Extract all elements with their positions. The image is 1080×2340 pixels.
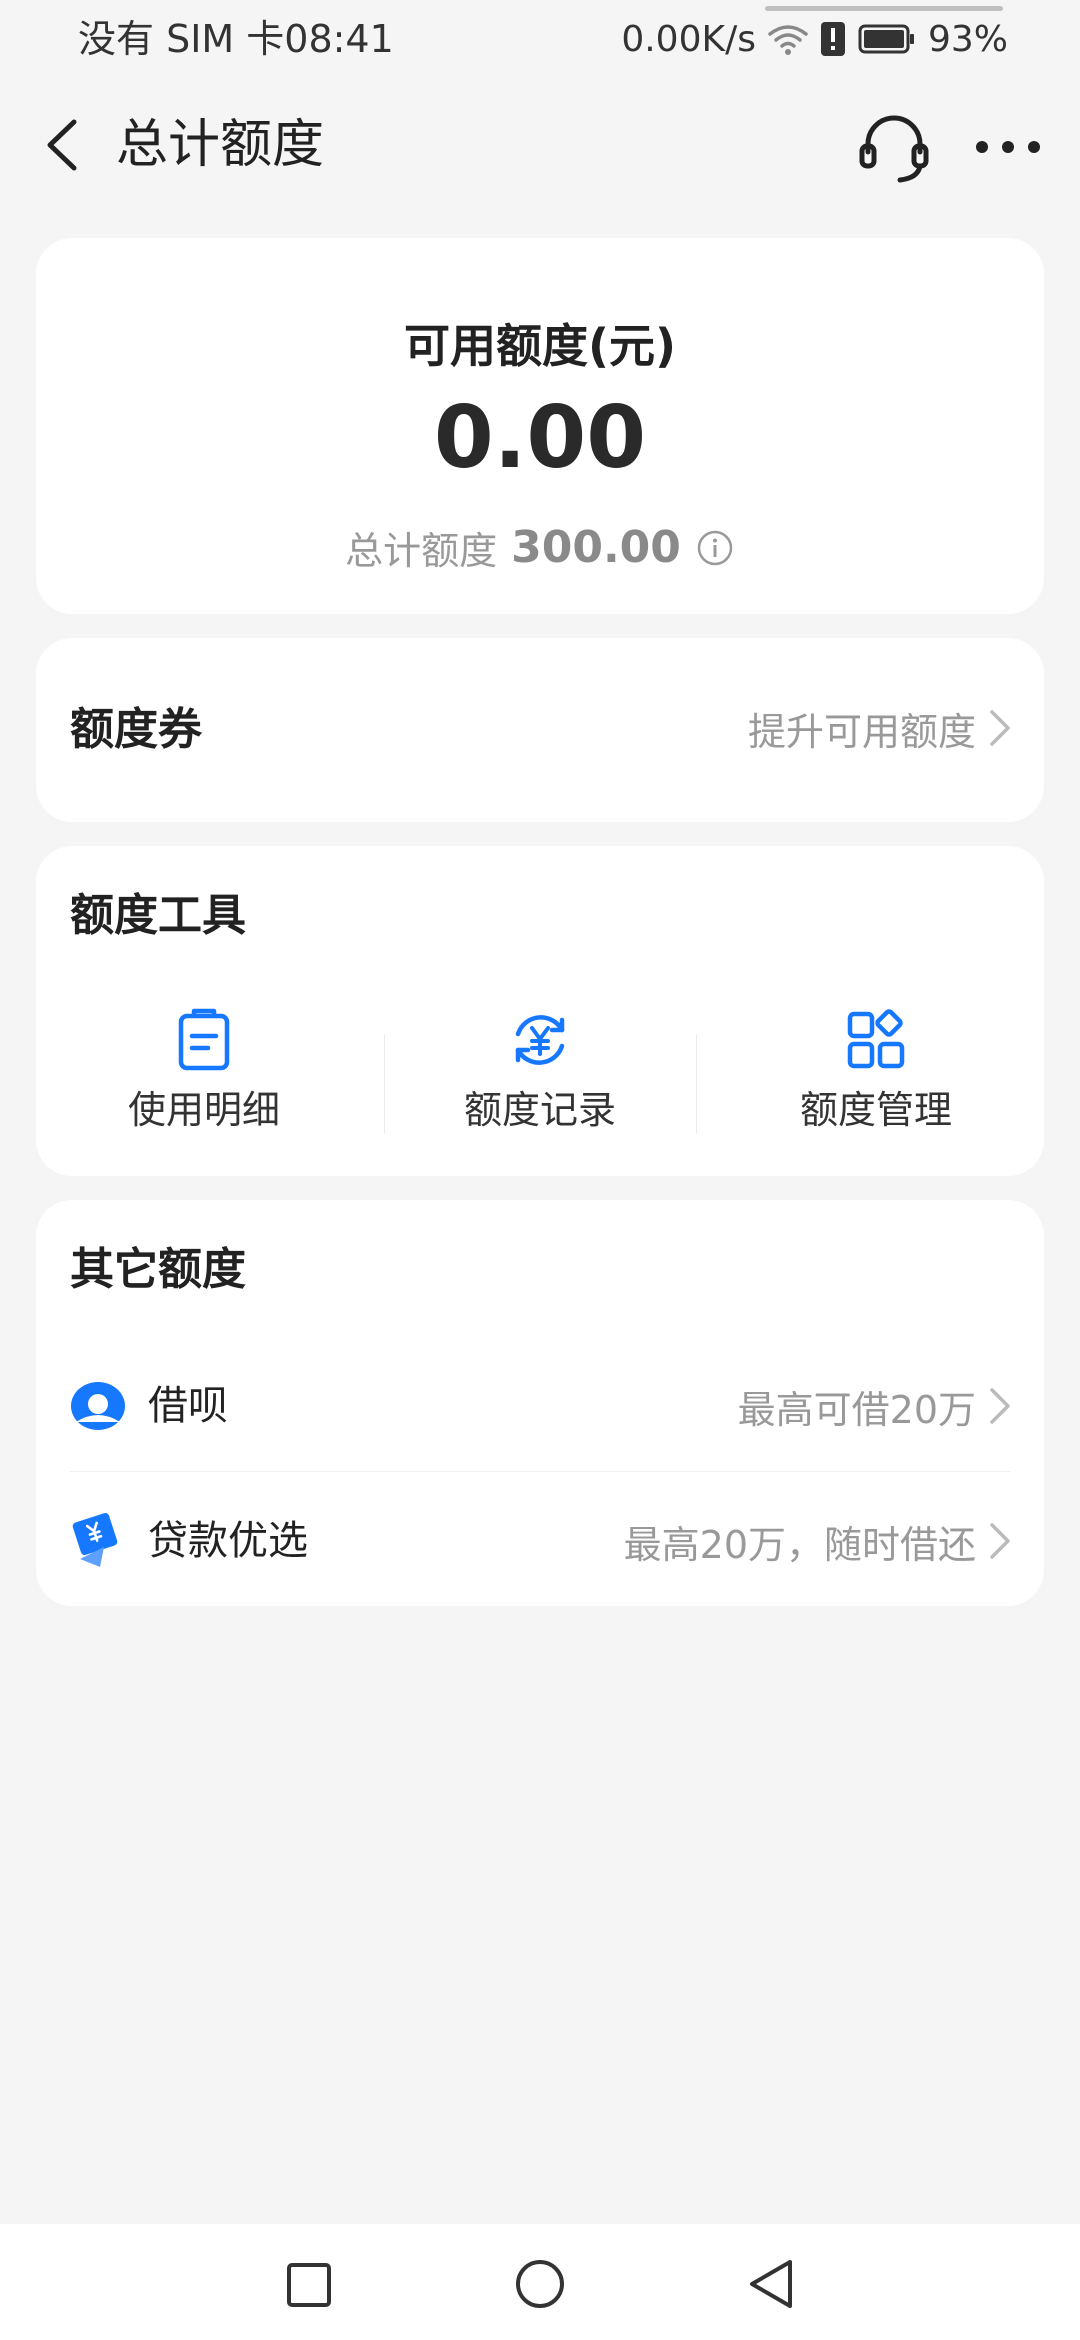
available-quota-value: 0.00 — [433, 388, 647, 488]
wifi-icon — [768, 25, 808, 55]
other-quota-item-jiebei[interactable]: 借呗 最高可借20万 — [36, 1340, 1044, 1470]
tool-usage-details-label: 使用明细 — [127, 1088, 280, 1132]
available-quota-card: 可用额度(元) 0.00 总计额度 300.00 — [36, 238, 1044, 614]
page-title: 总计额度 — [116, 115, 325, 175]
more-icon[interactable] — [968, 112, 1048, 182]
quota-tools-card: 额度工具 使用明细 额度记录 额度管理 — [36, 846, 1044, 1176]
loan-desc-text: 最高20万，随时借还 — [623, 1522, 976, 1567]
tool-quota-management[interactable]: 额度管理 — [708, 1008, 1044, 1148]
back-triangle-icon[interactable] — [746, 2256, 796, 2312]
alert-icon — [820, 22, 845, 56]
quota-tools-title: 额度工具 — [70, 890, 246, 941]
jiebei-icon — [71, 1382, 125, 1430]
status-right: 0.00K/s 93% — [621, 14, 1008, 64]
network-speed: 0.00K/s — [621, 18, 756, 60]
total-quota: 总计额度 300.00 — [36, 520, 1044, 575]
chevron-right-icon — [990, 1388, 1010, 1424]
other-quota-item-jiebei-desc: 最高可借20万 — [738, 1378, 1014, 1434]
document-icon — [178, 1008, 230, 1071]
row-divider — [70, 1471, 1010, 1472]
other-quota-item-jiebei-label: 借呗 — [148, 1383, 228, 1429]
chevron-right-icon — [990, 1523, 1010, 1559]
jiebei-desc-text: 最高可借20万 — [737, 1387, 976, 1432]
yuan-cycle-icon — [515, 1015, 565, 1065]
battery-icon — [858, 24, 914, 54]
recent-apps-icon[interactable] — [286, 2262, 332, 2308]
other-quota-item-loan-label: 贷款优选 — [148, 1518, 308, 1564]
tool-usage-details[interactable]: 使用明细 — [36, 1008, 372, 1148]
quota-coupon-title: 额度券 — [70, 704, 202, 755]
available-quota-label: 可用额度(元) — [403, 319, 677, 373]
total-quota-label: 总计额度 — [345, 529, 498, 573]
system-navigation-bar — [0, 2224, 1080, 2340]
home-icon[interactable] — [514, 2258, 566, 2310]
battery-percent: 93% — [927, 18, 1008, 60]
tool-quota-records[interactable]: 额度记录 — [372, 1008, 708, 1148]
other-quota-item-loan-desc: 最高20万，随时借还 — [624, 1513, 1014, 1569]
quota-coupon-action-label: 提升可用额度 — [747, 709, 976, 754]
quota-coupon-action[interactable]: 提升可用额度 — [748, 700, 1014, 756]
grid-icon — [847, 1009, 905, 1069]
status-indicator — [765, 6, 1003, 11]
tool-quota-management-label: 额度管理 — [799, 1088, 952, 1132]
total-quota-value: 300.00 — [511, 522, 681, 573]
tool-quota-records-label: 额度记录 — [463, 1088, 616, 1132]
headset-icon[interactable] — [856, 110, 932, 186]
loan-icon — [72, 1513, 118, 1567]
header: 总计额度 — [0, 90, 1080, 200]
other-quota-item-loan[interactable]: 贷款优选 最高20万，随时借还 — [36, 1475, 1044, 1605]
other-quota-card: 其它额度 借呗 最高可借20万 贷款优选 最高20万，随时借还 — [36, 1200, 1044, 1606]
quota-coupon-card[interactable]: 额度券 提升可用额度 — [36, 638, 1044, 822]
back-icon[interactable] — [30, 110, 100, 180]
status-bar: 没有 SIM 卡08:41 0.00K/s 93% — [0, 0, 1080, 80]
other-quota-title: 其它额度 — [70, 1244, 246, 1295]
chevron-right-icon — [990, 710, 1010, 746]
status-carrier-time: 没有 SIM 卡08:41 — [78, 17, 394, 61]
info-icon[interactable] — [695, 528, 735, 568]
quota-tools-row: 使用明细 额度记录 额度管理 — [36, 1008, 1044, 1148]
